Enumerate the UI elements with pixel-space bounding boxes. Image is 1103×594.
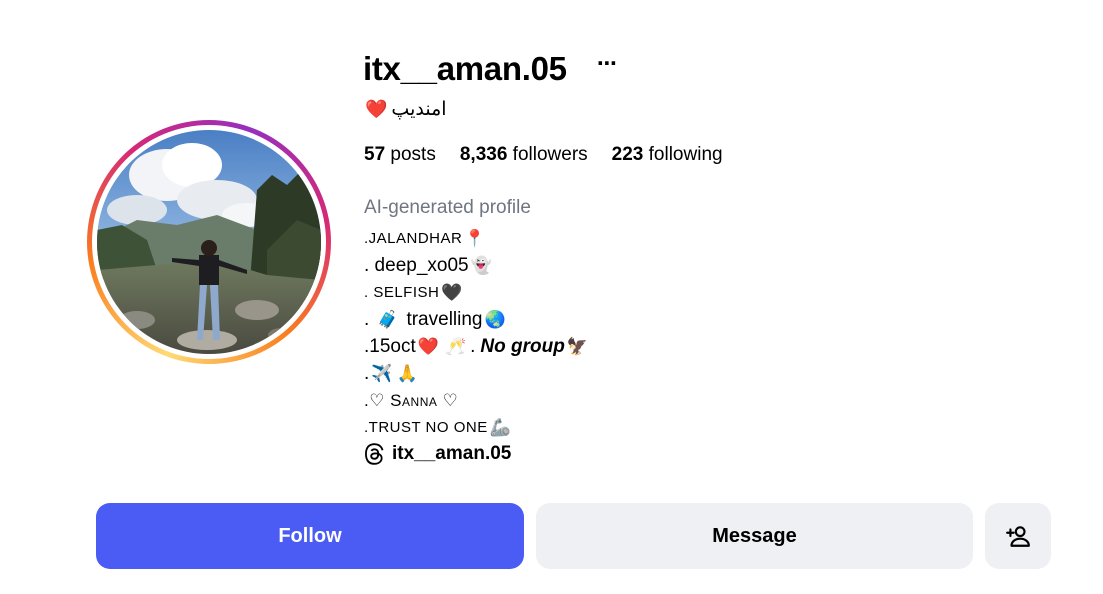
mechanical-arm-emoji: 🦾 [489,418,511,437]
globe-emoji: 🌏 [484,310,506,329]
bio-line: . deep_xo05 👻 [364,252,590,279]
threads-handle: itx__aman.05 [392,443,512,464]
message-button[interactable]: Message [536,503,973,569]
bio-text: . [470,336,476,357]
story-ring[interactable] [87,120,331,364]
threads-link[interactable]: itx__aman.05 [364,443,511,465]
bio-line: . SELFISH 🖤 [364,279,590,306]
ghost-emoji: 👻 [470,256,492,275]
profile-username: itx__aman.05 [363,50,567,87]
bio-line: . ✈️ 🙏 [364,360,590,387]
following-count: 223 [611,144,644,165]
add-user-icon [1006,526,1030,547]
posts-stat: 57 posts [364,144,436,166]
bio-text: . SELFISH [364,284,440,301]
bio-text: .TRUST NO ONE [364,419,488,436]
bio-text: . [364,363,370,384]
heart-emoji: ❤️ [417,337,439,356]
add-user-button[interactable] [985,503,1051,569]
more-horizontal-icon[interactable]: ⋯ [596,54,618,78]
bio-line: .♡ Sanna ♡ [364,387,590,414]
full-name-text: امنديپ [391,99,447,120]
posts-count: 57 [364,144,386,165]
bio-line: .TRUST NO ONE 🦾 [364,414,590,441]
avatar[interactable] [97,130,321,354]
profile-full-name: ❤️ امنديپ [365,98,447,121]
bio-line: .JALANDHAR 📍 [364,225,590,252]
luggage-emoji: 🧳 [377,310,399,329]
black-heart-emoji: 🖤 [441,283,463,302]
bio-text: .15oct [364,336,416,357]
bio-text: . [364,309,370,330]
bio-line: .15oct ❤️ 🥂 . No group 🦅 [364,333,590,360]
threads-icon [365,443,384,465]
bio-text: travelling [406,309,483,330]
clinking-glasses-emoji: 🥂 [444,337,467,356]
followers-stat[interactable]: 8,336 followers [460,144,588,166]
folded-hands-emoji: 🙏 [396,364,418,383]
bio-text: .♡ Sanna ♡ [364,391,459,410]
posts-label: posts [390,144,436,165]
bio-text: .JALANDHAR [364,230,463,247]
eagle-emoji: 🦅 [566,337,588,356]
pin-emoji: 📍 [464,229,486,248]
following-stat[interactable]: 223 following [612,144,723,166]
heart-emoji: ❤️ [365,99,388,119]
profile-stats: 57 posts 8,336 followers 223 following [364,144,723,166]
avatar-image [97,130,321,354]
bio-line: . 🧳 travelling 🌏 [364,306,590,333]
followers-count: 8,336 [459,144,508,165]
profile-bio: .JALANDHAR 📍 . deep_xo05 👻 . SELFISH 🖤 .… [364,225,590,441]
profile-page: itx__aman.05 ⋯ ❤️ امنديپ 57 posts 8,336 … [0,0,1103,594]
airplane-emoji: ✈️ [371,364,393,383]
followers-label: followers [512,144,588,165]
follow-button[interactable]: Follow [96,503,524,569]
following-label: following [648,144,723,165]
ai-generated-label: AI-generated profile [364,197,531,218]
bio-bold-text: No group [480,336,565,357]
bio-text: . deep_xo05 [364,255,469,276]
